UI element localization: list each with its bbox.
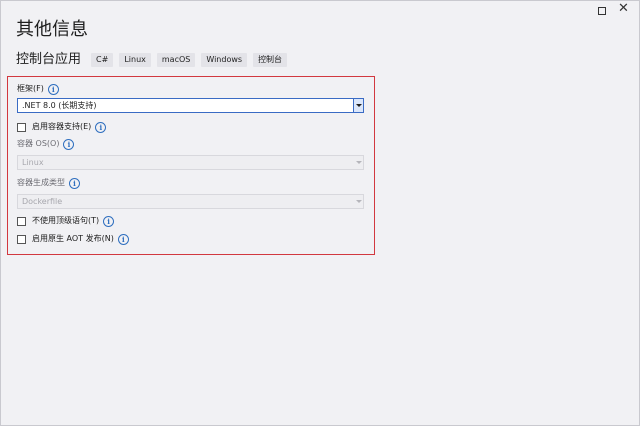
container-os-label-text: 容器 OS(O) <box>17 139 60 148</box>
container-build-type-dropdown-button <box>354 195 363 208</box>
dialog-window: ✕ 其他信息 控制台应用 C# Linux macOS Windows 控制台 … <box>0 0 640 426</box>
framework-select[interactable]: .NET 8.0 (长期支持) <box>17 98 364 113</box>
chevron-down-icon <box>355 161 362 164</box>
container-support-option[interactable]: 启用容器支持(E) i <box>17 121 107 133</box>
container-build-type-select-value: Dockerfile <box>22 197 63 206</box>
framework-select-value: .NET 8.0 (长期支持) <box>22 101 97 110</box>
container-support-label: 启用容器支持(E) <box>32 122 92 131</box>
native-aot-label: 启用原生 AOT 发布(N) <box>32 234 114 243</box>
window-controls: ✕ <box>593 1 633 17</box>
tag-macos: macOS <box>156 53 196 67</box>
chevron-down-icon <box>355 200 362 203</box>
info-icon[interactable]: i <box>95 121 107 133</box>
container-os-select: Linux <box>17 155 364 170</box>
close-button[interactable]: ✕ <box>615 1 633 17</box>
container-os-label: 容器 OS(O) i <box>17 138 75 150</box>
template-header: 控制台应用 C# Linux macOS Windows 控制台 <box>16 51 288 69</box>
top-level-statements-label: 不使用顶级语句(T) <box>32 216 100 225</box>
info-icon[interactable]: i <box>117 233 129 245</box>
chevron-down-icon <box>355 104 362 107</box>
tag-windows: Windows <box>201 53 248 67</box>
maximize-icon <box>598 7 606 15</box>
top-level-statements-option[interactable]: 不使用顶级语句(T) i <box>17 215 115 227</box>
close-icon: ✕ <box>618 1 629 16</box>
framework-label: 框架(F) i <box>17 83 59 95</box>
info-icon[interactable]: i <box>103 215 115 227</box>
page-title: 其他信息 <box>16 19 88 40</box>
container-build-type-select: Dockerfile <box>17 194 364 209</box>
tag-console: 控制台 <box>253 53 288 67</box>
container-os-select-value: Linux <box>22 158 44 167</box>
info-icon[interactable]: i <box>69 177 80 189</box>
framework-dropdown-button[interactable] <box>353 99 363 112</box>
container-os-dropdown-button <box>354 156 363 169</box>
template-name: 控制台应用 <box>16 52 82 67</box>
info-icon[interactable]: i <box>47 83 59 95</box>
native-aot-option[interactable]: 启用原生 AOT 发布(N) i <box>17 233 129 245</box>
maximize-button[interactable] <box>593 5 611 17</box>
container-support-checkbox[interactable] <box>17 122 26 132</box>
framework-label-text: 框架(F) <box>17 84 44 93</box>
container-build-type-label: 容器生成类型 i <box>17 177 80 189</box>
tag-csharp: C# <box>91 53 114 67</box>
top-level-statements-checkbox[interactable] <box>17 216 26 226</box>
info-icon[interactable]: i <box>63 138 75 150</box>
tag-linux: Linux <box>119 53 151 67</box>
native-aot-checkbox[interactable] <box>17 234 26 244</box>
container-build-type-label-text: 容器生成类型 <box>17 178 65 187</box>
